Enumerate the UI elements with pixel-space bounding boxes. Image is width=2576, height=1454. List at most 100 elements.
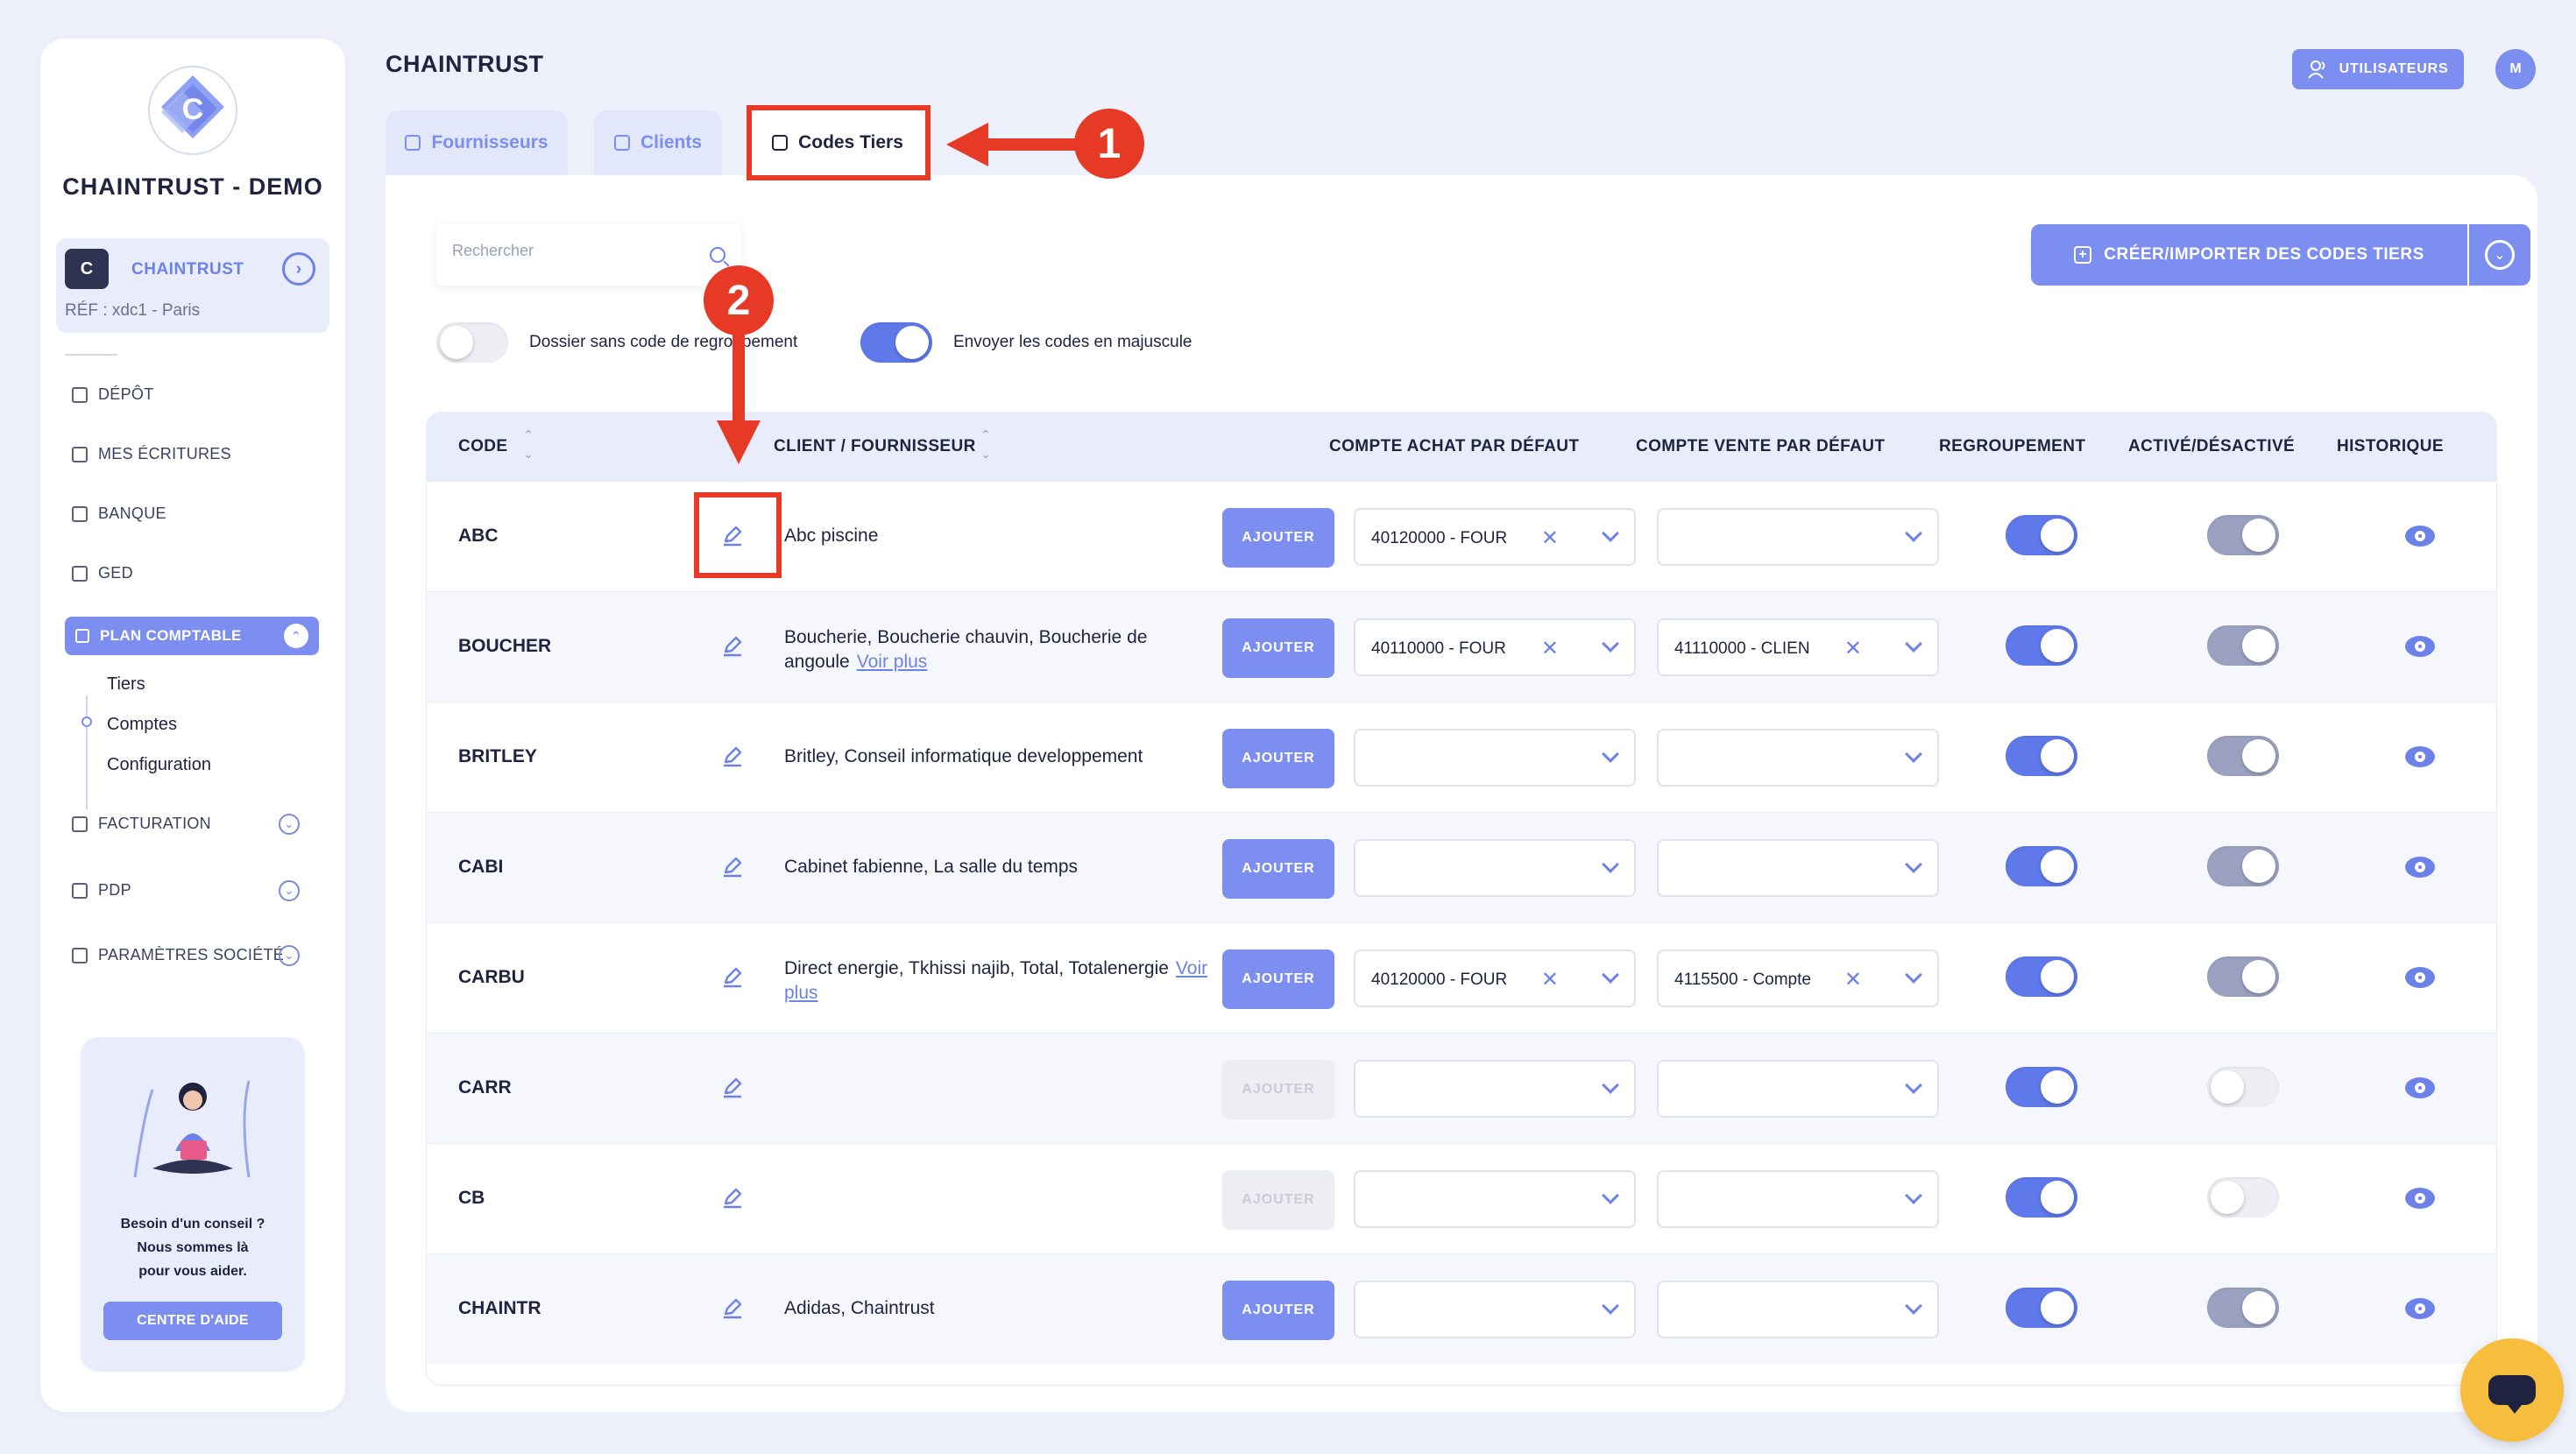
compte-vente-select[interactable] bbox=[1657, 839, 1939, 897]
add-button[interactable]: AJOUTER bbox=[1222, 839, 1334, 899]
help-center-button[interactable]: CENTRE D'AIDE bbox=[103, 1302, 282, 1340]
active-toggle[interactable] bbox=[2207, 956, 2279, 997]
client-text: Direct energie, Tkhissi najib, Total, To… bbox=[784, 958, 1169, 978]
compte-achat-select[interactable]: 40120000 - FOUR ✕ bbox=[1354, 949, 1636, 1007]
compte-vente-select[interactable] bbox=[1657, 1170, 1939, 1228]
add-button[interactable]: AJOUTER bbox=[1222, 1170, 1334, 1230]
voir-plus-link[interactable]: Voir plus bbox=[857, 652, 928, 672]
clear-icon[interactable]: ✕ bbox=[1844, 967, 1862, 992]
compte-vente-select[interactable] bbox=[1657, 1060, 1939, 1118]
nav-item-parametres-societe[interactable]: PARAMÈTRES SOCIÉTÉ ⌄ bbox=[72, 944, 300, 966]
clear-icon[interactable]: ✕ bbox=[1541, 636, 1559, 661]
eye-icon[interactable] bbox=[2405, 746, 2435, 767]
regroupement-toggle[interactable] bbox=[2006, 736, 2077, 776]
clear-icon[interactable]: ✕ bbox=[1541, 967, 1559, 992]
regroupement-toggle[interactable] bbox=[2006, 515, 2077, 555]
regroupement-toggle[interactable] bbox=[2006, 956, 2077, 997]
active-toggle[interactable] bbox=[2207, 515, 2279, 555]
nav-item-plan-comptable[interactable]: PLAN COMPTABLE ⌃ bbox=[65, 617, 319, 655]
chevron-down-icon[interactable]: ⌄ bbox=[279, 879, 300, 901]
compte-vente-select[interactable] bbox=[1657, 1281, 1939, 1338]
chevron-right-icon[interactable]: › bbox=[282, 252, 315, 286]
search-icon[interactable] bbox=[710, 247, 725, 263]
annotation-number-1: 1 bbox=[1074, 109, 1144, 179]
compte-achat-select[interactable] bbox=[1354, 1281, 1636, 1338]
regroupement-toggle[interactable] bbox=[2006, 625, 2077, 666]
eye-icon[interactable] bbox=[2405, 636, 2435, 657]
edit-icon[interactable] bbox=[721, 965, 744, 988]
compte-achat-select[interactable] bbox=[1354, 1060, 1636, 1118]
compte-vente-select[interactable] bbox=[1657, 729, 1939, 787]
select-value: 40120000 - FOUR bbox=[1371, 529, 1508, 547]
active-toggle[interactable] bbox=[2207, 736, 2279, 776]
compte-achat-select[interactable]: 40110000 - FOUR ✕ bbox=[1354, 618, 1636, 676]
nav-item-ged[interactable]: GED bbox=[72, 564, 133, 582]
compte-vente-select[interactable]: 4115500 - Compte ✕ bbox=[1657, 949, 1939, 1007]
regroupement-toggle[interactable] bbox=[2006, 846, 2077, 886]
nav-item-banque[interactable]: BANQUE bbox=[72, 505, 166, 523]
regroupement-toggle[interactable] bbox=[2006, 1288, 2077, 1328]
clear-icon[interactable]: ✕ bbox=[1541, 526, 1559, 551]
subnav-item-comptes[interactable]: Comptes bbox=[107, 715, 177, 735]
compte-achat-select[interactable] bbox=[1354, 729, 1636, 787]
compte-achat-select[interactable] bbox=[1354, 1170, 1636, 1228]
edit-icon[interactable] bbox=[721, 745, 744, 767]
grid-icon bbox=[75, 629, 89, 643]
chevron-down-icon bbox=[1905, 635, 1922, 653]
eye-icon[interactable] bbox=[2405, 1188, 2435, 1209]
subnav-item-tiers[interactable]: Tiers bbox=[107, 674, 145, 695]
nav-item-mes-ecritures[interactable]: MES ÉCRITURES bbox=[72, 445, 231, 463]
company-selector[interactable]: C CHAINTRUST › RÉF : xdc1 - Paris bbox=[56, 238, 329, 333]
add-button[interactable]: AJOUTER bbox=[1222, 1281, 1334, 1340]
clear-icon[interactable]: ✕ bbox=[1844, 636, 1862, 661]
eye-icon[interactable] bbox=[2405, 857, 2435, 878]
avatar[interactable]: M bbox=[2495, 49, 2536, 89]
edit-icon[interactable] bbox=[721, 1296, 744, 1319]
edit-icon[interactable] bbox=[721, 855, 744, 878]
invoice-icon bbox=[72, 815, 88, 832]
subnav-item-configuration[interactable]: Configuration bbox=[107, 755, 211, 775]
active-toggle[interactable] bbox=[2207, 1067, 2279, 1107]
active-toggle[interactable] bbox=[2207, 625, 2279, 666]
sort-icon[interactable]: ⌃ ⌄ bbox=[521, 425, 535, 469]
edit-icon[interactable] bbox=[721, 634, 744, 657]
regroupement-toggle[interactable] bbox=[2006, 1177, 2077, 1218]
chevron-down-icon[interactable]: ⌄ bbox=[279, 813, 300, 835]
eye-icon[interactable] bbox=[2405, 1077, 2435, 1098]
toggle-switch-uppercase[interactable] bbox=[860, 322, 932, 363]
active-toggle[interactable] bbox=[2207, 1288, 2279, 1328]
nav-item-pdp[interactable]: PDP ⌄ bbox=[72, 879, 300, 901]
compte-achat-select[interactable]: 40120000 - FOUR ✕ bbox=[1354, 508, 1636, 566]
chevron-up-icon[interactable]: ⌃ bbox=[284, 624, 308, 648]
add-button[interactable]: AJOUTER bbox=[1222, 508, 1334, 568]
eye-icon[interactable] bbox=[2405, 967, 2435, 988]
add-button[interactable]: AJOUTER bbox=[1222, 1060, 1334, 1119]
eye-icon[interactable] bbox=[2405, 1298, 2435, 1319]
sort-icon[interactable]: ⌃ ⌄ bbox=[979, 425, 993, 469]
add-button[interactable]: AJOUTER bbox=[1222, 949, 1334, 1009]
regroupement-toggle[interactable] bbox=[2006, 1067, 2077, 1107]
search-box[interactable] bbox=[436, 224, 741, 286]
active-toggle[interactable] bbox=[2207, 1177, 2279, 1218]
search-input[interactable] bbox=[452, 242, 697, 260]
client-cell: Direct energie, Tkhissi najib, Total, To… bbox=[784, 956, 1222, 1006]
compte-vente-select[interactable]: 41110000 - CLIEN ✕ bbox=[1657, 618, 1939, 676]
chevron-down-icon[interactable]: ⌄ bbox=[279, 944, 300, 966]
add-button[interactable]: AJOUTER bbox=[1222, 729, 1334, 788]
toggle-switch-no-grouping[interactable] bbox=[436, 322, 508, 363]
create-dropdown-button[interactable]: ⌄ bbox=[2469, 224, 2530, 286]
create-import-button[interactable]: + CRÉER/IMPORTER DES CODES TIERS bbox=[2031, 224, 2467, 286]
active-toggle[interactable] bbox=[2207, 846, 2279, 886]
users-button[interactable]: UTILISATEURS bbox=[2292, 49, 2464, 89]
tab-fournisseurs[interactable]: Fournisseurs bbox=[386, 110, 568, 175]
compte-achat-select[interactable] bbox=[1354, 839, 1636, 897]
eye-icon[interactable] bbox=[2405, 526, 2435, 547]
edit-icon[interactable] bbox=[721, 1076, 744, 1098]
nav-item-facturation[interactable]: FACTURATION ⌄ bbox=[72, 813, 300, 835]
chat-button[interactable] bbox=[2460, 1338, 2564, 1442]
nav-item-depot[interactable]: DÉPÔT bbox=[72, 385, 154, 404]
edit-icon[interactable] bbox=[721, 1186, 744, 1209]
tab-clients[interactable]: Clients bbox=[594, 110, 722, 175]
compte-vente-select[interactable] bbox=[1657, 508, 1939, 566]
add-button[interactable]: AJOUTER bbox=[1222, 618, 1334, 678]
